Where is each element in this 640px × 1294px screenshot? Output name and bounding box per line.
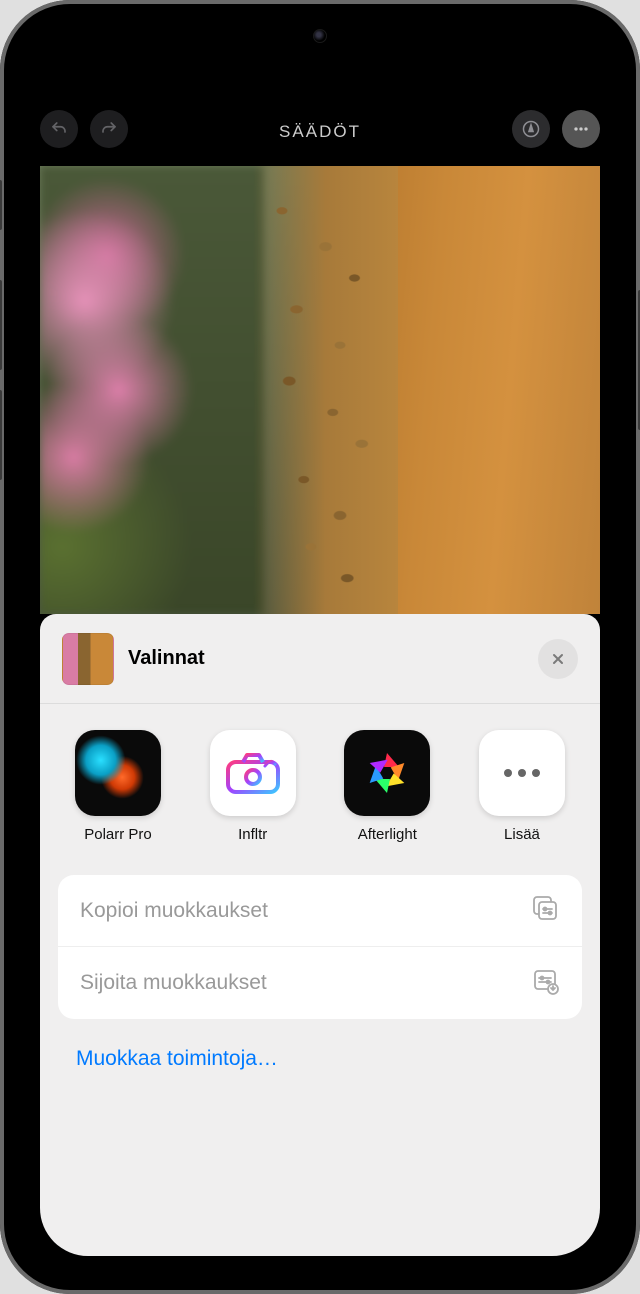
- markup-icon: [521, 119, 541, 139]
- volume-down-button: [0, 390, 2, 480]
- camera-icon: [225, 752, 281, 794]
- app-afterlight[interactable]: Afterlight: [327, 730, 447, 843]
- share-sheet: Valinnat Polarr Pro: [40, 614, 600, 1256]
- ellipsis-icon: [571, 119, 591, 139]
- sheet-header: Valinnat: [40, 614, 600, 704]
- actions-list: Kopioi muokkaukset Sijoita muokkaukset: [58, 875, 582, 1019]
- close-icon: [550, 651, 566, 667]
- undo-button[interactable]: [40, 110, 78, 148]
- paste-edits-icon: [530, 966, 560, 1001]
- sheet-thumbnail: [62, 633, 114, 685]
- apps-row: Polarr Pro Infltr: [40, 704, 600, 863]
- undo-icon: [50, 120, 68, 138]
- app-label: Afterlight: [358, 826, 417, 843]
- copy-edits-action[interactable]: Kopioi muokkaukset: [58, 875, 582, 947]
- afterlight-icon: [344, 730, 430, 816]
- ellipsis-icon: [502, 768, 542, 778]
- paste-edits-action[interactable]: Sijoita muokkaukset: [58, 947, 582, 1019]
- markup-button[interactable]: [512, 110, 550, 148]
- redo-icon: [100, 120, 118, 138]
- copy-edits-icon: [530, 893, 560, 928]
- toolbar-title: SÄÄDÖT: [279, 122, 361, 142]
- edit-actions-link[interactable]: Muokkaa toimintoja…: [40, 1019, 600, 1071]
- app-label: Lisää: [504, 826, 540, 843]
- polarr-pro-icon: [75, 730, 161, 816]
- action-label: Kopioi muokkaukset: [80, 899, 268, 923]
- screen: SÄÄDÖT Valinnat: [18, 18, 622, 1276]
- more-button[interactable]: [562, 110, 600, 148]
- sheet-title: Valinnat: [128, 647, 538, 670]
- home-indicator[interactable]: [235, 1258, 405, 1264]
- app-label: Polarr Pro: [84, 826, 152, 843]
- infltr-icon: [210, 730, 296, 816]
- app-more[interactable]: Lisää: [462, 730, 582, 843]
- notch: [230, 18, 410, 54]
- app-infltr[interactable]: Infltr: [193, 730, 313, 843]
- app-polarr-pro[interactable]: Polarr Pro: [58, 730, 178, 843]
- more-apps-icon: [479, 730, 565, 816]
- front-camera: [313, 29, 327, 43]
- aperture-icon: [360, 746, 414, 800]
- app-label: Infltr: [238, 826, 267, 843]
- photo-preview: [40, 166, 600, 614]
- action-label: Sijoita muokkaukset: [80, 971, 267, 995]
- mute-switch: [0, 180, 2, 230]
- redo-button[interactable]: [90, 110, 128, 148]
- volume-up-button: [0, 280, 2, 370]
- close-button[interactable]: [538, 639, 578, 679]
- iphone-device-frame: SÄÄDÖT Valinnat: [0, 0, 640, 1294]
